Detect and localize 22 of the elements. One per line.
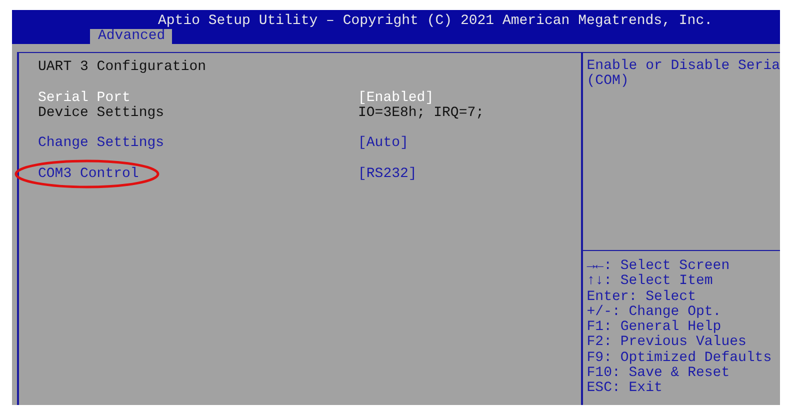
key-help-text: ESC: Exit [586,381,662,397]
setting-value[interactable]: [Enabled] [358,90,434,106]
help-text: (COM) [586,74,629,90]
key-help-text: →←: Select Screen [586,259,730,274]
key-help-text: F2: Previous Values [586,335,746,350]
setting-value[interactable]: [RS232] [358,167,417,182]
setting-label[interactable]: Serial Port [38,90,358,106]
setting-label[interactable]: COM3 Control [38,167,358,182]
setting-value[interactable]: [Auto] [358,136,408,152]
window-title: Aptio Setup Utility – Copyright (C) 2021 American Megatrends, Inc. [158,12,714,29]
page-title: UART 3 Configuration [38,60,208,76]
setting-value: IO=3E8h; IRQ=7; [358,106,484,122]
menu-tab[interactable]: Advanced [90,29,172,44]
setting-label: Device Settings [38,106,166,122]
key-help-text: F10: Save & Reset [586,366,730,382]
key-help-text: Enter: Select [586,290,696,305]
key-help-text: F9: Optimized Defaults [586,350,772,366]
setting-label[interactable]: Change Settings [38,136,358,152]
key-help-text: +/-: Change Opt. [586,304,722,320]
key-help-text: ↑↓: Select Item [586,274,713,290]
key-help-text: F1: General Help [586,320,722,336]
help-text: Enable or Disable Seria [586,59,780,74]
